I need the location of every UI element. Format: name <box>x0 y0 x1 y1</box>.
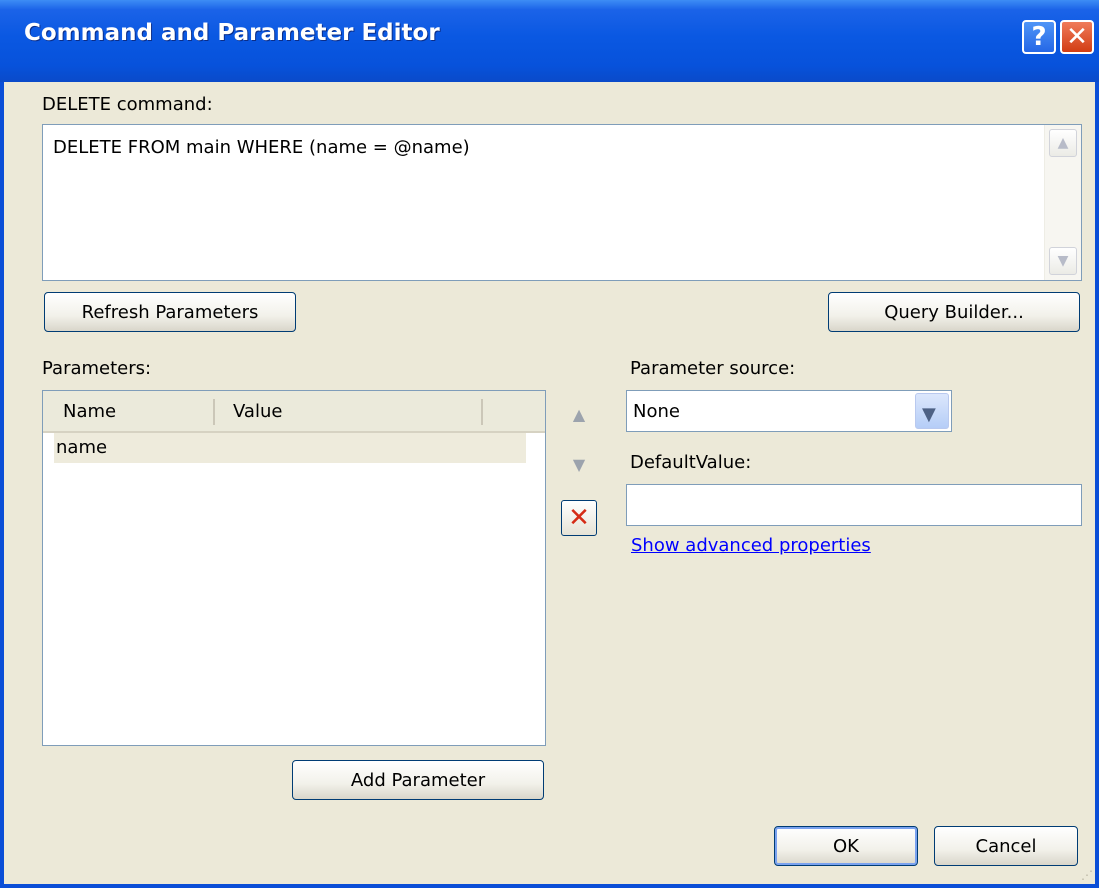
column-divider[interactable] <box>213 399 215 425</box>
close-icon: ✕ <box>1066 22 1088 52</box>
help-icon: ? <box>1031 22 1047 52</box>
delete-command-label: DELETE command: <box>42 94 213 115</box>
parameter-source-value: None <box>633 401 680 422</box>
default-value-label: DefaultValue: <box>630 452 752 473</box>
move-down-button[interactable]: ▼ <box>561 446 597 482</box>
parameter-source-select[interactable]: None ▼ <box>626 390 952 432</box>
command-textarea[interactable]: DELETE FROM main WHERE (name = @name) ▲ … <box>42 124 1082 281</box>
default-value-input[interactable] <box>626 484 1082 526</box>
window-title: Command and Parameter Editor <box>24 20 440 46</box>
resize-grip-icon[interactable]: ⋰ <box>1081 868 1093 882</box>
title-bar: Command and Parameter Editor ? ✕ <box>0 0 1099 82</box>
parameters-label: Parameters: <box>42 358 152 379</box>
parameters-list-header: Name Value <box>43 391 545 433</box>
dropdown-button[interactable]: ▼ <box>915 393 949 429</box>
add-parameter-button[interactable]: Add Parameter <box>292 760 544 800</box>
scroll-up-button[interactable]: ▲ <box>1049 129 1077 157</box>
arrow-up-icon: ▲ <box>572 404 586 424</box>
ok-button[interactable]: OK <box>774 826 918 866</box>
chevron-up-icon: ▲ <box>1057 135 1069 151</box>
parameter-source-label: Parameter source: <box>630 358 796 379</box>
parameter-name-cell: name <box>56 437 108 458</box>
delete-x-icon: ✕ <box>568 503 590 533</box>
table-row[interactable]: name <box>54 433 526 463</box>
help-button[interactable]: ? <box>1022 20 1056 54</box>
chevron-down-icon: ▼ <box>922 404 936 425</box>
cancel-button[interactable]: Cancel <box>934 826 1078 866</box>
show-advanced-properties-link[interactable]: Show advanced properties <box>631 535 871 556</box>
arrow-down-icon: ▼ <box>572 454 586 474</box>
move-up-button[interactable]: ▲ <box>561 396 597 432</box>
column-divider[interactable] <box>481 399 483 425</box>
query-builder-button[interactable]: Query Builder... <box>828 292 1080 332</box>
scroll-down-button[interactable]: ▼ <box>1049 247 1077 275</box>
remove-parameter-button[interactable]: ✕ <box>561 500 597 536</box>
column-header-value[interactable]: Value <box>233 401 282 422</box>
chevron-down-icon: ▼ <box>1057 253 1069 269</box>
column-header-name[interactable]: Name <box>63 401 116 422</box>
command-scrollbar[interactable]: ▲ ▼ <box>1044 125 1081 280</box>
close-button[interactable]: ✕ <box>1060 20 1094 54</box>
refresh-parameters-button[interactable]: Refresh Parameters <box>44 292 296 332</box>
command-text: DELETE FROM main WHERE (name = @name) <box>53 137 470 158</box>
